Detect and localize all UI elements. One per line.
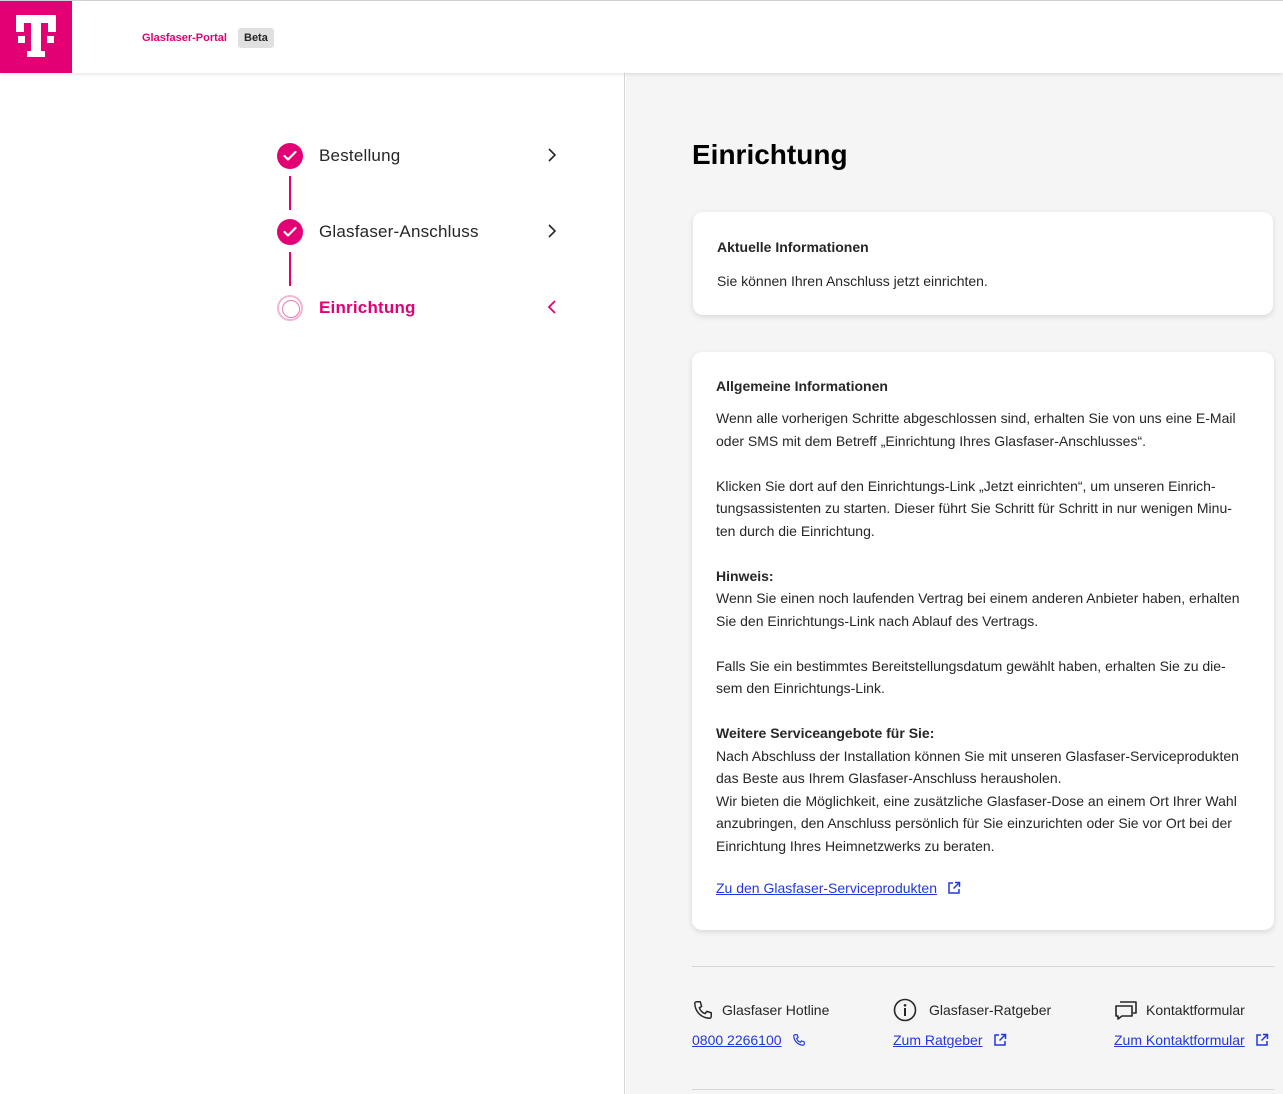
current-info-card: Aktuelle Informationen Sie können Ihren … (693, 212, 1273, 315)
step-einrichtung[interactable]: Einrichtung (277, 295, 567, 321)
general-info-paragraph: Wenn alle vorherigen Schritte abgeschlos… (716, 410, 1236, 449)
phone-icon (694, 1001, 712, 1019)
service-link-wrapper: Zu den Glasfaser-Serviceprodukten (716, 880, 1256, 898)
ratgeber-link[interactable]: Zum Ratgeber (893, 1032, 982, 1048)
step-label: Glasfaser-Anschluss (319, 222, 479, 241)
step-done-indicator (277, 219, 303, 245)
hotline-phone-link[interactable]: 0800 2266100 (692, 1032, 782, 1048)
page-title: Einrichtung (692, 139, 848, 170)
chat-icon (1115, 1001, 1137, 1020)
divider (692, 966, 1274, 967)
general-info-paragraph: Falls Sie ein bestimmtes Bereitstellungs… (716, 657, 1226, 697)
current-info-text: Sie können Ihren Anschluss jetzt einrich… (717, 273, 988, 289)
check-icon (283, 226, 297, 237)
header: Glasfaser-Portal Beta (0, 0, 1283, 73)
hint-section: Hinweis: Wenn Sie einen noch laufenden V… (716, 565, 1256, 633)
step-glasfaser-anschluss[interactable]: Glasfaser-Anschluss (277, 219, 567, 245)
chevron-left-icon (547, 300, 556, 314)
hint-title: Hinweis: (716, 567, 774, 584)
general-info-card: Allgemeine Informationen Wenn alle vorhe… (692, 352, 1274, 930)
contact-title: Glasfaser Hotline (722, 1002, 830, 1018)
external-link-icon[interactable] (993, 1033, 1007, 1047)
chevron-right-icon (548, 224, 557, 238)
phone-icon[interactable] (792, 1033, 806, 1047)
contact-title: Kontaktformular (1146, 1002, 1245, 1018)
service-section: Weitere Serviceangebote für Sie: Nach Ab… (716, 722, 1256, 857)
telekom-t-icon (16, 15, 56, 57)
external-link-icon[interactable] (1255, 1033, 1269, 1047)
step-connector (289, 176, 291, 210)
portal-name[interactable]: Glasfaser-Portal (142, 32, 227, 44)
contact-kontaktformular: Kontaktformular Zum Kontaktformular (1114, 998, 1269, 1048)
step-label-active: Einrichtung (319, 298, 416, 317)
contact-title: Glasfaser-Ratgeber (929, 1002, 1052, 1018)
service-products-link[interactable]: Zu den Glasfaser-Serviceprodukten (716, 880, 937, 896)
open-circle-icon (277, 295, 303, 321)
step-connector (289, 252, 291, 286)
service-title: Weitere Serviceangebote für Sie: (716, 725, 935, 741)
kontaktformular-link[interactable]: Zum Kontaktformular (1114, 1032, 1245, 1048)
current-info-title: Aktuelle Informationen (717, 239, 869, 255)
general-info-title: Allgemeine Informationen (716, 378, 888, 394)
contact-ratgeber: Glasfaser-Ratgeber Zum Ratgeber (893, 998, 1052, 1048)
step-bestellung[interactable]: Bestellung (277, 143, 567, 169)
chevron-right-icon (548, 148, 557, 162)
general-info-paragraph: Klicken Sie dort auf den Einrichtungs-Li… (716, 477, 1232, 539)
info-icon (893, 998, 917, 1022)
contact-hotline: Glasfaser Hotline 0800 2266100 (692, 998, 830, 1048)
check-icon (283, 150, 297, 161)
external-link-icon[interactable] (947, 881, 961, 895)
step-done-indicator (277, 143, 303, 169)
telekom-logo[interactable] (0, 1, 72, 73)
step-label: Bestellung (319, 146, 401, 165)
divider (692, 1089, 1274, 1090)
beta-badge: Beta (238, 28, 274, 48)
